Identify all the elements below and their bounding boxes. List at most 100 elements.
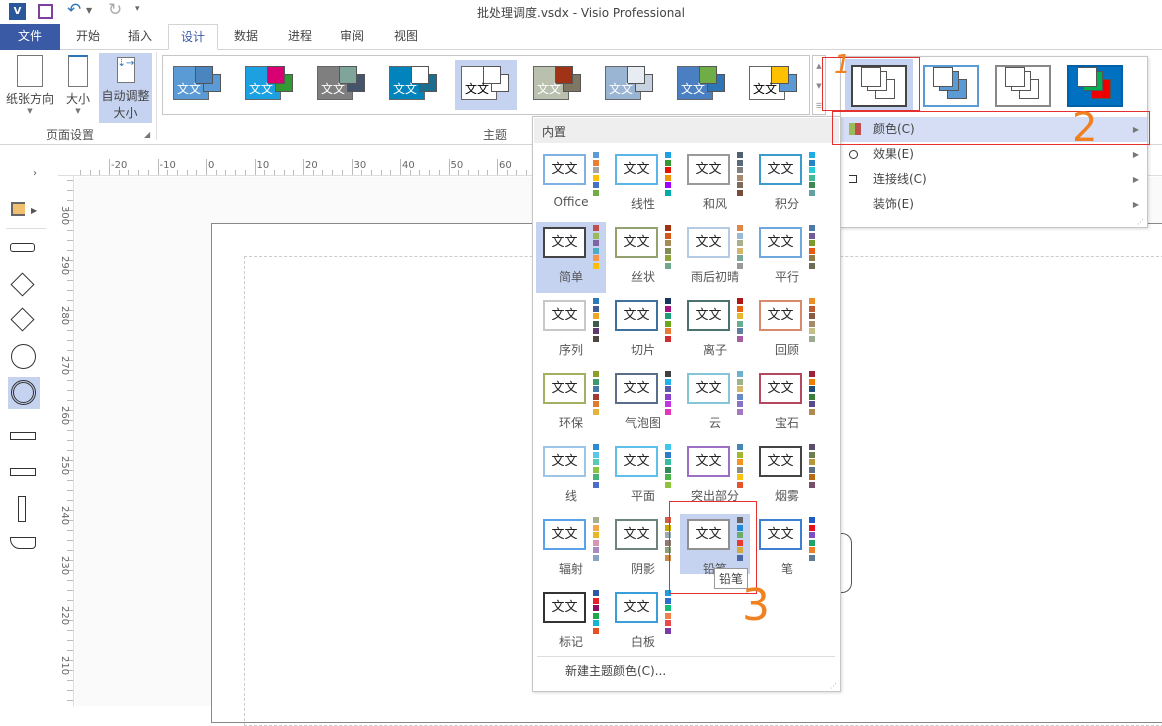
vertical-ruler[interactable]: 300 290 280 270 260 250 240 230 220 210 [58,176,74,706]
ruler-label: 60 [499,160,512,171]
color-theme-1[interactable]: 文文 Office [536,149,606,220]
tab-review[interactable]: 审阅 [326,24,378,50]
color-theme-13[interactable]: 文文 环保 [536,368,606,439]
new-theme-colors-button[interactable]: 新建主题颜色(C)... [533,659,840,683]
color-theme-25[interactable]: 文文 标记 [536,587,606,658]
window-title: 批处理调度.vsdx - Visio Professional [477,6,685,20]
auto-size-label-2: 大小 [113,106,138,120]
color-swatch [665,378,671,385]
color-theme-20[interactable]: 文文 烟雾 [752,441,822,512]
tab-design[interactable]: 设计 [168,24,218,50]
theme-thumbnail[interactable]: 文文 [239,60,301,110]
color-swatch [593,524,599,531]
shape-rectangle[interactable] [10,243,35,252]
resize-grip[interactable]: ⋰ [830,682,837,690]
color-preview-box: 文文 [759,227,802,258]
orientation-button[interactable]: 纸张方向 ▼ [4,55,56,123]
shape-document[interactable] [10,537,36,549]
ruler-label: -20 [111,160,128,171]
orientation-icon [17,55,43,87]
color-swatch [593,255,599,261]
color-theme-label: 回顾 [774,343,799,357]
color-theme-2[interactable]: 文文 线性 [608,149,678,220]
color-swatch [593,539,599,546]
ruler-tick [67,490,73,491]
color-theme-5[interactable]: 文文简单 [536,222,606,293]
theme-thumbnail[interactable]: 文文 [599,60,661,110]
color-theme-7[interactable]: 文文 雨后初晴 [680,222,750,293]
theme-thumbnail[interactable]: 文文 [743,60,805,110]
tab-home[interactable]: 开始 [62,24,114,50]
tab-insert[interactable]: 插入 [114,24,166,50]
ruler-tick [322,170,324,175]
shape-circle[interactable] [11,344,36,369]
menu-item-effects[interactable]: 效果(E) ▶ [841,142,1147,167]
ruler-label: -10 [159,160,176,171]
theme-thumbnail[interactable]: 文文 [167,60,229,110]
size-button[interactable]: 大小 ▼ [60,55,96,123]
color-swatch [593,444,599,450]
ruler-tick [109,159,110,175]
expand-panel-icon[interactable]: › [33,168,37,179]
color-theme-14[interactable]: 文文 气泡图 [608,368,678,439]
color-theme-label: 笔 [780,562,793,576]
theme-thumbnail[interactable]: 文文 [671,60,733,110]
color-preview-box: 文文 [759,300,802,331]
tab-view[interactable]: 视图 [380,24,432,50]
color-theme-16[interactable]: 文文 宝石 [752,368,822,439]
color-swatch [737,247,743,254]
stencil-menu-arrow-icon[interactable]: ▶ [31,206,37,215]
color-swatch [593,247,599,254]
tab-file[interactable]: 文件 [0,24,60,50]
stencil-folder-icon[interactable] [11,202,25,216]
color-theme-12[interactable]: 文文回顾 [752,295,822,366]
shape-diamond[interactable] [10,272,35,297]
color-theme-4[interactable]: 文文 积分 [752,149,822,220]
auto-size-button[interactable]: ⇣→ 自动调整 大小 [99,53,152,123]
color-theme-24[interactable]: 文文笔 [752,514,822,585]
theme-thumbnail[interactable]: 文文 [455,60,517,110]
color-theme-6[interactable]: 文文 丝状 [608,222,678,293]
color-theme-22[interactable]: 文文 阴影 [608,514,678,585]
color-swatch [593,225,599,231]
color-theme-26[interactable]: 文文 白板 [608,587,678,658]
color-theme-11[interactable]: 文文 离子 [680,295,750,366]
dialog-launcher-icon[interactable]: ◢ [144,130,150,139]
color-theme-18[interactable]: 文文 平面 [608,441,678,512]
shape-circle-selected[interactable] [8,377,40,409]
menu-item-embellishment[interactable]: 装饰(E) ▶ [841,192,1147,217]
color-swatch [737,459,743,465]
color-swatch [737,182,743,188]
color-theme-15[interactable]: 文文云 [680,368,750,439]
color-theme-10[interactable]: 文文 切片 [608,295,678,366]
shape-diamond[interactable] [10,307,35,332]
shape-tall-rectangle[interactable] [18,496,26,522]
color-theme-8[interactable]: 文文 平行 [752,222,822,293]
color-preview-box: 文文 [543,227,586,258]
shape-rectangle[interactable] [10,468,36,476]
variant-thumbnail[interactable] [989,59,1057,111]
ruler-tick [67,680,73,681]
theme-gallery: 文文 文文 文文 文文 文文 文文 文文 文文 文文 [162,55,810,115]
annotation-2: 2 [1072,105,1098,151]
resize-grip[interactable]: ⋰ [1137,218,1144,226]
variant-thumbnail[interactable] [1061,59,1129,111]
tab-data[interactable]: 数据 [220,24,272,50]
color-theme-3[interactable]: 文文 和风 [680,149,750,220]
color-theme-9[interactable]: 文文 序列 [536,295,606,366]
tab-process[interactable]: 进程 [274,24,326,50]
shape-rectangle[interactable] [10,432,36,440]
menu-item-label: 装饰(E) [873,197,914,211]
theme-thumbnail[interactable]: 文文 [311,60,373,110]
color-swatch [809,328,815,334]
variant-thumbnail[interactable] [917,59,985,111]
color-theme-label: 和风 [702,197,727,211]
menu-item-connectors[interactable]: 连接线(C) ▶ [841,167,1147,192]
color-theme-17[interactable]: 文文线 [536,441,606,512]
group-divider [156,52,157,140]
color-theme-21[interactable]: 文文 辐射 [536,514,606,585]
theme-thumbnail[interactable]: 文文 [527,60,589,110]
theme-thumbnail[interactable]: 文文 [383,60,445,110]
color-theme-label: 简单 [558,270,583,284]
color-swatch [809,182,815,188]
